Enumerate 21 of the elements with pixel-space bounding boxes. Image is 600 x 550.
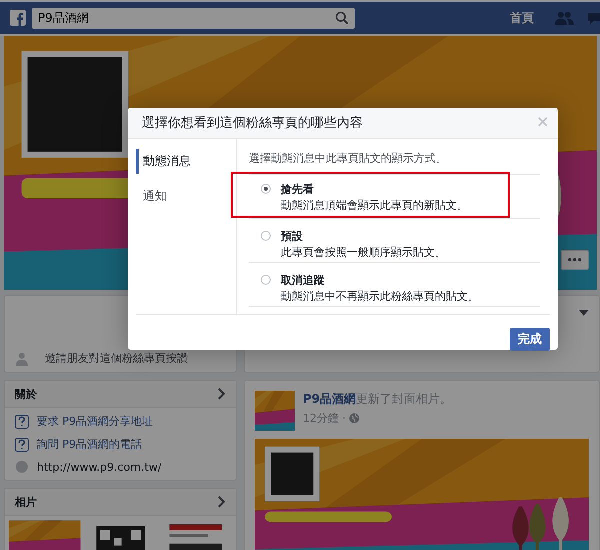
nav-link[interactable]: 首頁	[510, 10, 540, 26]
option-title: 預設	[281, 229, 304, 244]
invite-link[interactable]: 邀請朋友對這個粉絲專頁按讚	[37, 351, 188, 366]
section-title: 相片	[15, 494, 37, 510]
search-input[interactable]: P9品酒網	[38, 11, 335, 25]
section-title: 關於	[15, 386, 37, 402]
about-link[interactable]: 詢問 P9品酒網的電話	[37, 437, 142, 452]
done-button[interactable]: 完成	[510, 328, 550, 351]
author-link[interactable]: P9品酒網	[303, 392, 356, 406]
website-link[interactable]: http://www.p9.com.tw/	[37, 460, 162, 474]
prompt-text: 選擇動態消息中此專頁貼文的顯示方式。	[249, 151, 540, 175]
option-description: 此專頁會按照一般順序顯示貼文。	[281, 245, 446, 260]
option-title: 取消追蹤	[281, 273, 326, 288]
search-field[interactable]: P9品酒網	[32, 8, 355, 28]
option-description: 動態消息頂端會顯示此專頁的新貼文。	[281, 198, 468, 213]
sidebar-tab[interactable]: 動態消息	[136, 149, 236, 174]
dialog-title: 選擇你想看到這個粉絲專頁的哪些內容	[142, 115, 363, 132]
option-description: 動態消息中不再顯示此粉絲專頁的貼文。	[281, 289, 479, 304]
about-link[interactable]: 要求 P9品酒網分享地址	[37, 414, 154, 429]
post-action: 更新了封面相片。	[356, 392, 452, 406]
option-title: 搶先看	[281, 182, 315, 197]
